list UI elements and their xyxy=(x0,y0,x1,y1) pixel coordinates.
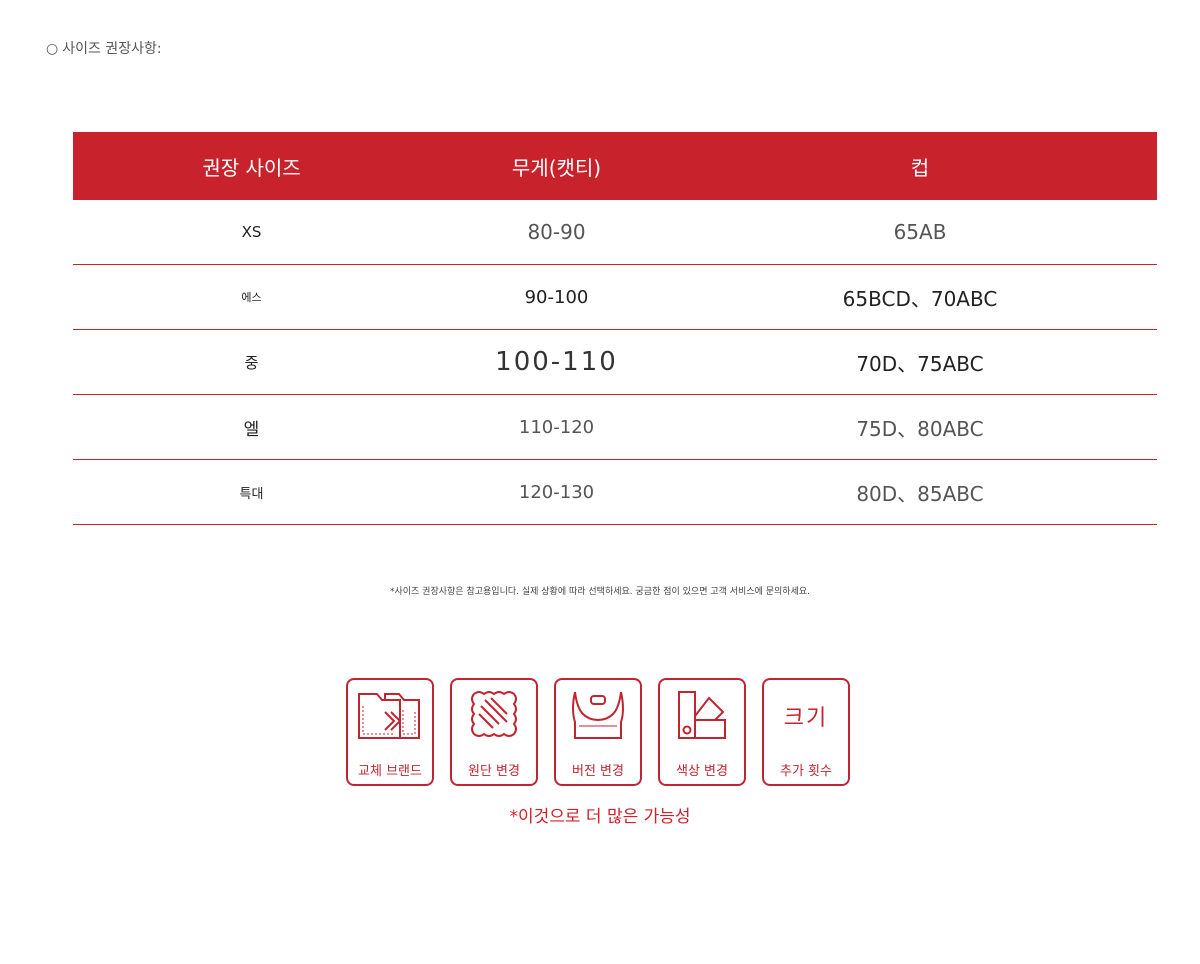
bra-icon xyxy=(563,686,633,746)
size-recommendation-heading: ○ 사이즈 권장사항: xyxy=(46,38,162,58)
table-row: 중 100-110 70D、75ABC xyxy=(73,330,1157,395)
size-text: 크기 xyxy=(783,706,829,731)
feature-label: 추가 횟수 xyxy=(780,764,832,779)
feature-label: 교체 브랜드 xyxy=(358,764,422,779)
feature-label: 버전 변경 xyxy=(572,764,624,779)
table-row: 특대 120-130 80D、85ABC xyxy=(73,460,1157,525)
size-cell: 특대 xyxy=(239,486,264,502)
size-note: *사이즈 권장사항은 참고용입니다. 실제 상황에 따라 선택하세요. 궁금한 … xyxy=(389,587,810,597)
table-header: 권장 사이즈 무게(캣티) 컵 xyxy=(73,132,1157,200)
cup-cell: 65BCD、70ABC xyxy=(842,286,998,311)
weight-cell: 100-110 xyxy=(495,347,618,377)
feature-add-count: 크기 추가 횟수 xyxy=(762,678,850,786)
size-text-icon: 크기 xyxy=(771,686,841,746)
size-cell: 중 xyxy=(244,353,259,372)
table-row: XS 80-90 65AB xyxy=(73,200,1157,265)
size-cell: 엘 xyxy=(243,419,260,440)
weight-cell: 110-120 xyxy=(518,416,595,438)
bullet-icon: ○ xyxy=(46,41,59,57)
size-cell: 에스 xyxy=(241,291,262,304)
cup-cell: 70D、75ABC xyxy=(856,351,984,376)
header-weight: 무게(캣티) xyxy=(511,155,602,180)
weight-cell: 90-100 xyxy=(524,286,589,308)
folder-replace-icon xyxy=(355,686,425,746)
color-swatch-icon xyxy=(667,686,737,746)
size-table: 권장 사이즈 무게(캣티) 컵 XS 80-90 65AB 에스 90-100 … xyxy=(73,132,1157,525)
feature-list: 교체 브랜드 원단 변경 버전 변경 색상 변경 크기 추가 횟수 xyxy=(346,678,850,786)
weight-cell: 120-130 xyxy=(518,481,595,503)
tagline: *이것으로 더 많은 가능성 xyxy=(509,807,691,827)
feature-change-color: 색상 변경 xyxy=(658,678,746,786)
cup-cell: 75D、80ABC xyxy=(856,416,984,441)
feature-replace-brand: 교체 브랜드 xyxy=(346,678,434,786)
feature-label: 원단 변경 xyxy=(468,764,520,779)
table-row: 엘 110-120 75D、80ABC xyxy=(73,395,1157,460)
feature-change-fabric: 원단 변경 xyxy=(450,678,538,786)
table-row: 에스 90-100 65BCD、70ABC xyxy=(73,265,1157,330)
header-recommended-size: 권장 사이즈 xyxy=(202,155,301,180)
weight-cell: 80-90 xyxy=(527,220,586,244)
feature-label: 색상 변경 xyxy=(676,764,728,779)
header-cup: 컵 xyxy=(910,155,930,180)
fabric-icon xyxy=(459,686,529,746)
cup-cell: 80D、85ABC xyxy=(856,481,984,506)
feature-change-version: 버전 변경 xyxy=(554,678,642,786)
size-cell: XS xyxy=(241,223,262,241)
heading-text: 사이즈 권장사항: xyxy=(62,41,162,57)
cup-cell: 65AB xyxy=(893,220,947,244)
